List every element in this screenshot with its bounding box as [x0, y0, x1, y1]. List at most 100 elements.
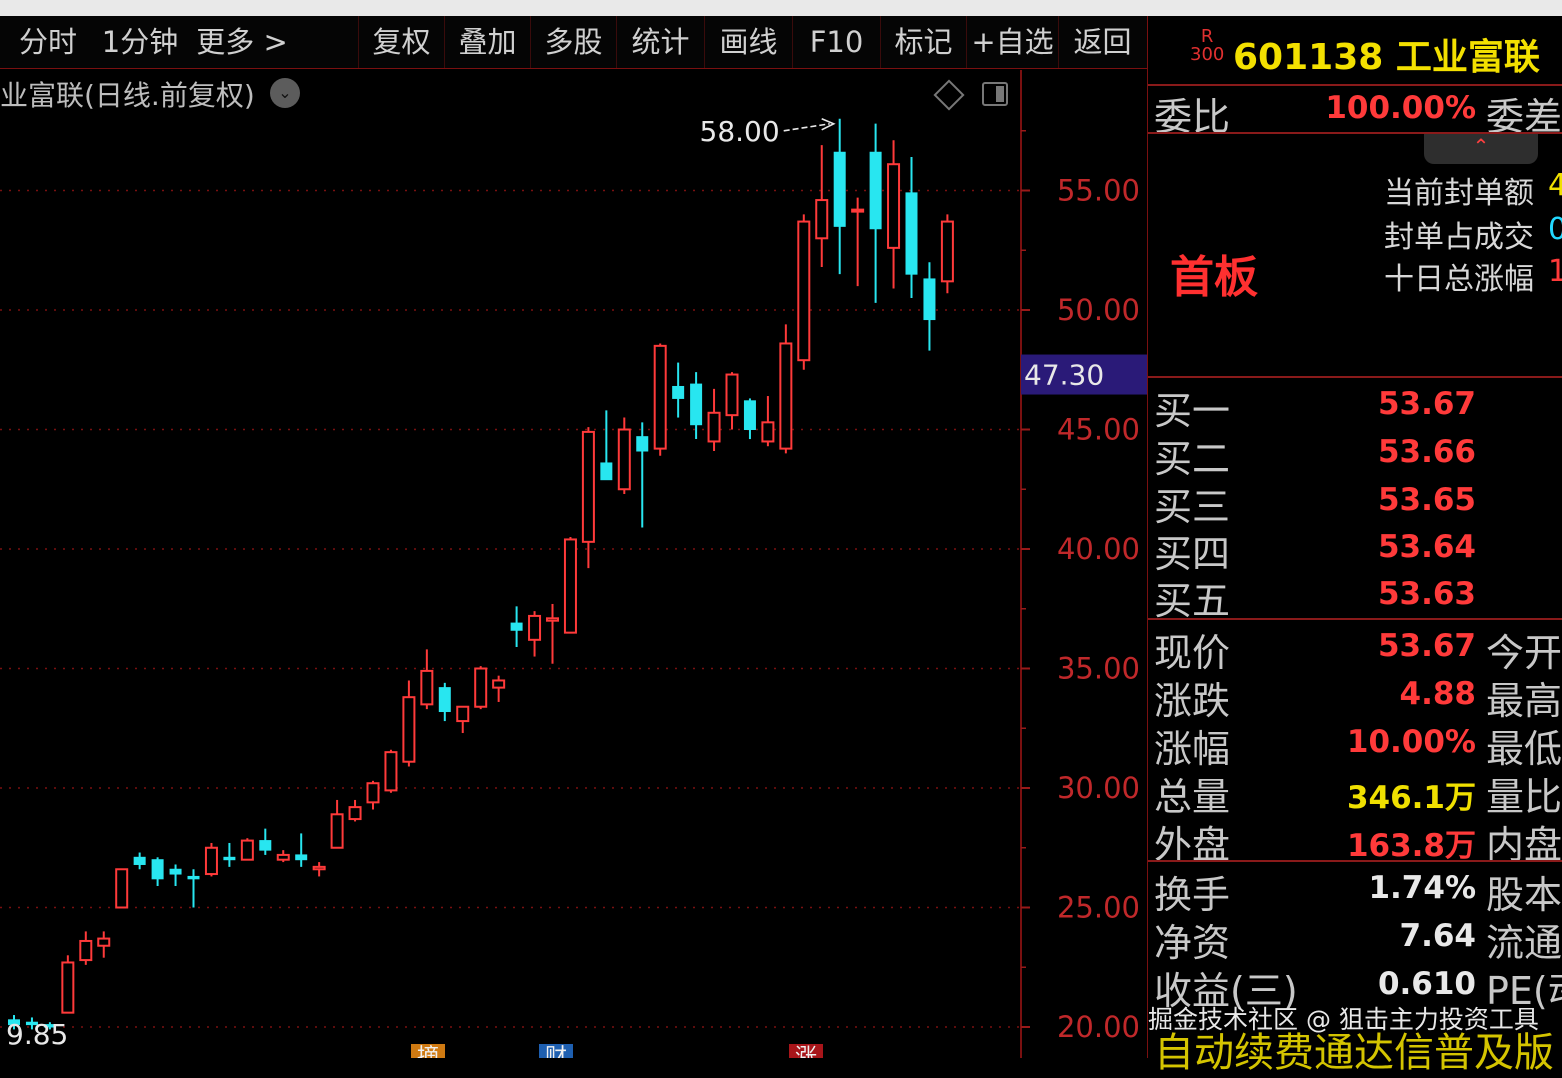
- candle-body: [240, 839, 254, 861]
- fundamental-value: 1.74%: [1368, 870, 1476, 906]
- price-tick-label: 45.00: [1057, 413, 1140, 447]
- fundamental-label-2: 流通: [1486, 921, 1562, 965]
- info-value: 0: [1548, 212, 1562, 247]
- stat-label: 总量: [1154, 775, 1231, 819]
- price-tick-label: 25.00: [1057, 891, 1140, 925]
- bid-price: 53.65: [1377, 482, 1476, 518]
- badge-number: 300: [1190, 44, 1225, 65]
- candle-body: [510, 622, 523, 631]
- bid-label: 买五: [1154, 579, 1231, 623]
- board-tag: 首板: [1170, 252, 1258, 303]
- stat-row: 外盘 163.8万 内盘: [1148, 814, 1562, 867]
- bid-row[interactable]: 买一 53.67: [1148, 380, 1562, 433]
- price-tick-label: 35.00: [1057, 652, 1140, 686]
- candle-body: [79, 939, 93, 962]
- stat-label-2: 量比: [1486, 775, 1562, 819]
- stat-value: 4.88: [1399, 676, 1477, 712]
- collapse-up-icon[interactable]: ⌃: [1424, 134, 1538, 164]
- candle-body: [940, 220, 954, 283]
- candle-body: [869, 151, 882, 230]
- fundamental-value: 0.610: [1377, 966, 1476, 1002]
- candle-body: [420, 669, 434, 706]
- candle-body: [797, 220, 811, 362]
- candle-body: [761, 421, 775, 443]
- candle-body: [528, 614, 542, 641]
- current-price-label: 47.30: [1024, 359, 1104, 392]
- stat-value: 163.8万: [1346, 828, 1476, 864]
- candle-body: [438, 687, 451, 713]
- quote-panel: R 300 601138 工业富联 委比 100.00% 委差 ⌃ 首板 当前封…: [1148, 16, 1562, 1058]
- candle-body: [133, 856, 146, 865]
- candle-body: [492, 679, 506, 689]
- bid-row[interactable]: 买四 53.64: [1148, 523, 1562, 576]
- bid-row[interactable]: 买二 53.66: [1148, 428, 1562, 481]
- bid-row[interactable]: 买三 53.65: [1148, 476, 1562, 529]
- candle-body: [474, 667, 488, 708]
- candle-body: [366, 782, 380, 804]
- stat-row: 涨幅 10.00% 最低: [1148, 718, 1562, 771]
- divider: [1148, 376, 1562, 378]
- price-tick-label: 40.00: [1057, 532, 1140, 566]
- fundamental-row: 收益(三) 0.610 PE(动: [1148, 960, 1562, 1013]
- candle-body: [833, 151, 846, 227]
- candle-body: [581, 430, 595, 543]
- candle-body: [887, 163, 901, 249]
- stat-label-2: 今开: [1486, 631, 1562, 675]
- candle-body: [690, 383, 703, 426]
- event-marker-label: 摘: [417, 1045, 439, 1058]
- event-marker-label: 涨: [795, 1045, 817, 1058]
- info-value: 4: [1548, 168, 1562, 203]
- fundamental-value: 7.64: [1399, 918, 1477, 954]
- candle-body: [312, 865, 326, 871]
- stat-value: 346.1万: [1346, 780, 1476, 816]
- fundamental-label: 换手: [1154, 873, 1231, 917]
- info-value: 1: [1548, 254, 1562, 289]
- market-badge: R 300: [1190, 28, 1224, 64]
- candle-body: [295, 854, 308, 861]
- high-price-label: 58.00: [700, 115, 780, 148]
- candle-body: [187, 875, 200, 880]
- candle-body: [905, 192, 918, 275]
- candle-body: [330, 813, 344, 849]
- candle-body: [707, 411, 721, 443]
- candle-body: [672, 385, 685, 399]
- candle-body: [851, 208, 865, 213]
- candle-body: [743, 400, 756, 431]
- fundamental-row: 净资 7.64 流通: [1148, 912, 1562, 965]
- candle-body: [636, 436, 649, 452]
- candle-body: [115, 868, 129, 909]
- stat-label: 涨跌: [1154, 679, 1231, 723]
- fundamental-label-2: 股本: [1486, 873, 1562, 917]
- candle-body: [348, 806, 362, 821]
- bid-row[interactable]: 买五 53.63: [1148, 570, 1562, 623]
- candle-body: [169, 868, 182, 875]
- candle-body: [600, 462, 613, 481]
- stat-label: 涨幅: [1154, 727, 1231, 771]
- candle-body: [725, 373, 739, 417]
- candle-body: [276, 853, 290, 861]
- info-label: 当前封单额: [1384, 176, 1534, 211]
- bid-price: 53.67: [1377, 386, 1476, 422]
- low-price-label: 9.85: [6, 1018, 68, 1051]
- fundamental-row: 换手 1.74% 股本: [1148, 864, 1562, 917]
- price-tick-label: 20.00: [1057, 1010, 1140, 1044]
- stat-row: 涨跌 4.88 最高: [1148, 670, 1562, 723]
- stat-label-2: 最低: [1486, 727, 1562, 771]
- bid-label: 买一: [1154, 389, 1231, 433]
- candle-body: [384, 751, 398, 792]
- divider: [1148, 860, 1562, 862]
- price-tick-label: 50.00: [1057, 293, 1140, 327]
- event-marker-label: 财: [545, 1045, 567, 1058]
- candlestick-chart[interactable]: 55.00 50.00 45.00 40.00 35.00 30.00 25.00 20.00…: [0, 0, 1147, 1058]
- candle-body: [456, 705, 470, 723]
- weibi-row: 委比 100.00% 委差: [1148, 86, 1562, 139]
- stock-code-name: 601138 工业富联: [1233, 37, 1540, 78]
- candle-body: [61, 961, 75, 1014]
- candle-body: [563, 538, 577, 634]
- candle-body: [923, 278, 936, 321]
- bid-price: 53.64: [1377, 529, 1476, 565]
- bid-price: 53.63: [1377, 576, 1476, 612]
- candle-body: [259, 840, 272, 851]
- bid-label: 买二: [1154, 437, 1231, 481]
- candle-body: [402, 696, 416, 763]
